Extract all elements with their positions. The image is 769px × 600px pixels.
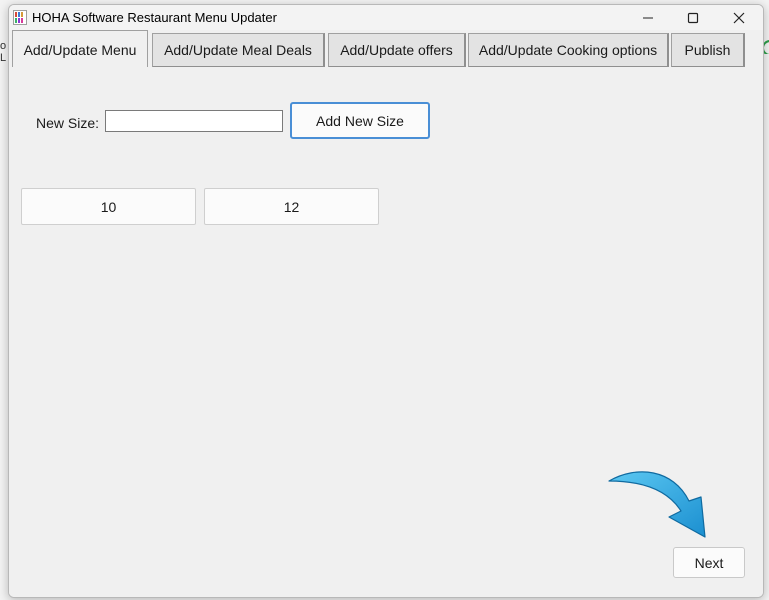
tab-add-update-meal-deals[interactable]: Add/Update Meal Deals [152, 33, 325, 68]
tab-add-update-offers[interactable]: Add/Update offers [328, 33, 466, 68]
close-icon [733, 12, 745, 23]
tab-add-update-menu[interactable]: Add/Update Menu [12, 30, 148, 68]
next-button[interactable]: Next [673, 547, 745, 578]
maximize-button[interactable] [670, 5, 716, 30]
window-title: HOHA Software Restaurant Menu Updater [32, 10, 277, 25]
add-new-size-button[interactable]: Add New Size [290, 102, 430, 139]
title-bar[interactable]: HOHA Software Restaurant Menu Updater [9, 5, 763, 30]
hoha-app-icon [13, 10, 27, 25]
size-button-12[interactable]: 12 [204, 188, 379, 225]
minimize-button[interactable] [625, 5, 671, 30]
maximize-icon [687, 12, 699, 23]
minimize-icon [643, 17, 653, 18]
new-size-input[interactable] [105, 110, 283, 132]
background-app-edge-text: o L [0, 40, 7, 64]
tab-panel-menu: New Size: Add New Size 10 12 Next [9, 67, 763, 597]
tab-add-update-cooking-options[interactable]: Add/Update Cooking options [468, 33, 669, 68]
size-button-10[interactable]: 10 [21, 188, 196, 225]
tab-publish[interactable]: Publish [671, 33, 745, 68]
blue-curved-arrow-icon [608, 471, 706, 538]
new-size-label: New Size: [36, 115, 100, 131]
close-button[interactable] [716, 5, 762, 30]
tab-strip: Add/Update Menu Add/Update Meal Deals Ad… [9, 29, 763, 69]
app-window: HOHA Software Restaurant Menu Updater Ad… [8, 4, 764, 598]
